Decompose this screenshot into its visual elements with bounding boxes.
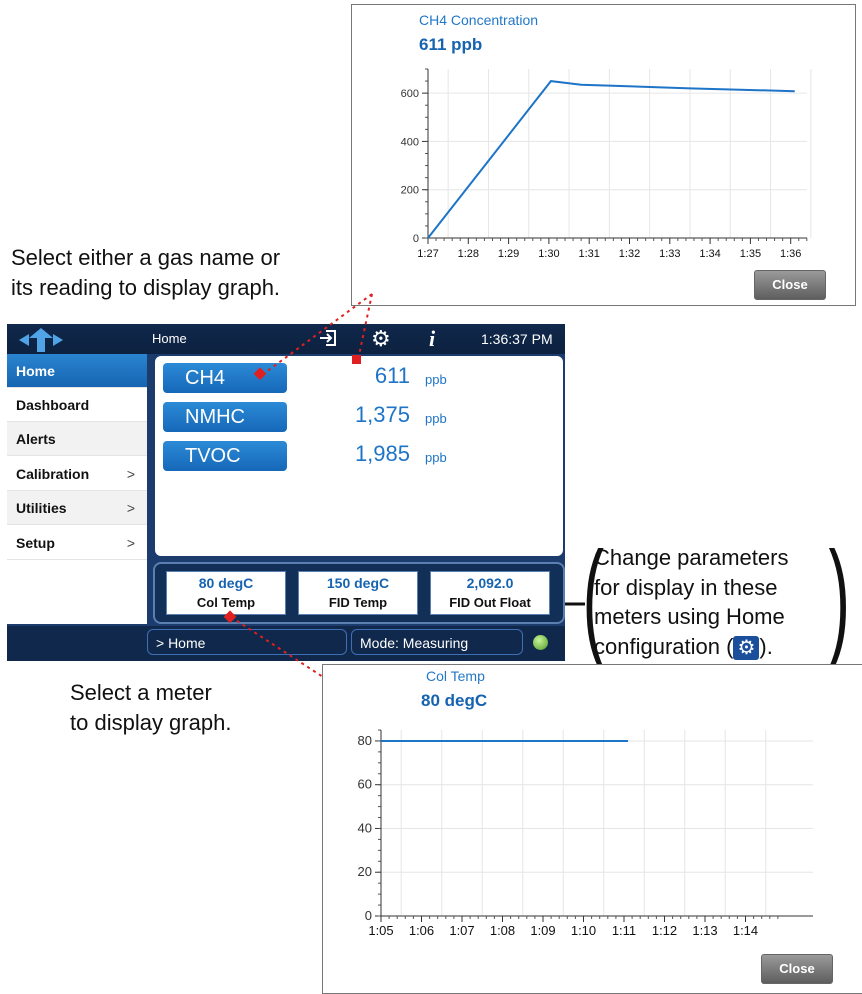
y-tick-label: 80 — [358, 733, 372, 748]
x-tick-label: 1:05 — [368, 923, 393, 938]
y-tick-label: 0 — [365, 908, 372, 923]
x-tick-label: 1:07 — [449, 923, 474, 938]
annotation-line: Select a meter — [70, 680, 212, 705]
x-tick-label: 1:13 — [692, 923, 717, 938]
x-tick-label: 1:10 — [571, 923, 596, 938]
annotation-line: for display in these — [594, 574, 778, 600]
right-paren: ) — [828, 526, 850, 669]
x-tick-label: 1:09 — [530, 923, 555, 938]
y-tick-label: 60 — [358, 777, 372, 792]
change-parameters-annotation: Change parameters for display in these m… — [594, 543, 788, 661]
annotation-line: configuration (⚙). — [594, 632, 788, 662]
x-tick-label: 1:12 — [652, 923, 677, 938]
col-temp-chart: 0 20 40 60 80 1:05 1:06 1:07 1:08 1:09 1:10 1:11 1:1… — [358, 729, 813, 938]
annotation-line: meters using Home — [594, 604, 785, 629]
annotation-text: ). — [759, 633, 773, 659]
gear-icon: ⚙ — [733, 635, 760, 660]
annotation-line: Change parameters — [594, 545, 789, 570]
x-tick-label: 1:06 — [409, 923, 434, 938]
col-temp-graph-popup: Col Temp 80 degC 0 20 40 60 80 1:05 1:06 1:07 1:… — [322, 664, 862, 994]
x-tick-label: 1:11 — [612, 923, 636, 938]
x-tick-label: 1:14 — [733, 923, 758, 938]
close-button[interactable]: Close — [761, 954, 833, 984]
annotation-line: to display graph. — [70, 710, 232, 735]
annotation-text: configuration ( — [594, 633, 734, 659]
x-tick-label: 1:08 — [490, 923, 515, 938]
y-tick-label: 40 — [358, 820, 372, 835]
select-meter-annotation: Select a meter to display graph. — [70, 678, 231, 738]
y-tick-label: 20 — [358, 864, 372, 879]
